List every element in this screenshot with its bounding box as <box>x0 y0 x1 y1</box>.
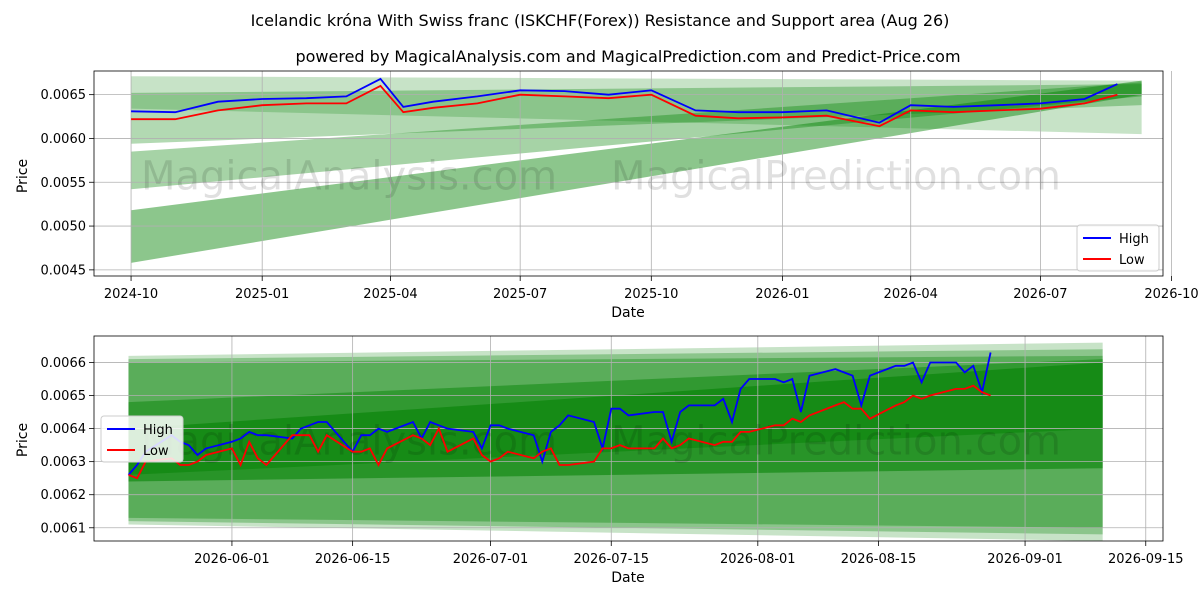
figure: Icelandic króna With Swiss franc (ISKCHF… <box>15 11 1199 586</box>
bottom-legend-label-high: High <box>143 423 173 438</box>
bottom-x-tick-label: 2026-09-01 <box>987 552 1063 567</box>
bottom-y-axis-label: Price <box>15 423 31 457</box>
chart-title: Icelandic króna With Swiss franc (ISKCHF… <box>251 11 950 30</box>
top-x-tick-label: 2026-01 <box>755 287 809 302</box>
bottom-y-tick-label: 0.0064 <box>41 422 87 437</box>
bottom-x-tick-label: 2026-06-01 <box>194 552 270 567</box>
top-x-tick-label: 2024-10 <box>104 287 158 302</box>
bottom-x-tick-label: 2026-06-15 <box>315 552 391 567</box>
chart-subtitle: powered by MagicalAnalysis.com and Magic… <box>295 47 960 66</box>
bottom-x-tick-label: 2026-09-15 <box>1108 552 1184 567</box>
bottom-legend-label-low: Low <box>143 444 169 459</box>
bottom-y-tick-label: 0.0066 <box>41 356 87 371</box>
bottom-y-tick-label: 0.0062 <box>41 488 87 503</box>
bottom-x-tick-label: 2026-08-15 <box>841 552 917 567</box>
bottom-x-tick-label: 2026-07-15 <box>573 552 649 567</box>
bottom-x-tick-label: 2026-08-01 <box>720 552 796 567</box>
top-watermark: MagicalAnalysis.com <box>141 154 557 200</box>
bottom-plot-area: 2026-06-01 2026-06-15 2026-07-01 2026-07-15… <box>41 335 1184 567</box>
top-x-tick-label: 2026-04 <box>884 287 938 302</box>
top-y-tick-label: 0.0055 <box>41 176 87 191</box>
top-y-tick-label: 0.0065 <box>41 88 87 103</box>
bottom-x-axis-label: Date <box>611 570 644 586</box>
top-y-tick-label: 0.0050 <box>41 220 87 235</box>
bottom-y-tick-label: 0.0065 <box>41 389 87 404</box>
bottom-x-tick-label: 2026-07-01 <box>453 552 529 567</box>
top-x-tick-label: 2025-07 <box>493 287 547 302</box>
top-x-tick-label: 2026-10 <box>1144 287 1198 302</box>
top-y-tick-label: 0.0045 <box>41 263 87 278</box>
top-legend-label-high: High <box>1119 232 1149 247</box>
top-y-tick-label: 0.0060 <box>41 132 87 147</box>
top-x-tick-label: 2025-01 <box>235 287 289 302</box>
top-x-axis-label: Date <box>611 305 644 321</box>
top-plot-area: 2024-10 2025-01 2025-04 2025-07 2025-10 2026-… <box>41 70 1199 302</box>
bottom-y-tick-label: 0.0061 <box>41 521 87 536</box>
bottom-watermark: MagicalPrediction.com <box>611 419 1061 465</box>
top-x-tick-label: 2026-07 <box>1013 287 1067 302</box>
bottom-chart: 2026-06-01 2026-06-15 2026-07-01 2026-07-15… <box>15 335 1184 586</box>
top-y-axis-label: Price <box>15 159 31 193</box>
top-watermark: MagicalPrediction.com <box>611 154 1061 200</box>
bottom-y-tick-label: 0.0063 <box>41 455 87 470</box>
bottom-legend: High Low <box>100 415 184 463</box>
top-x-tick-label: 2025-10 <box>624 287 678 302</box>
top-chart: 2024-10 2025-01 2025-04 2025-07 2025-10 2026-… <box>15 70 1199 321</box>
top-x-tick-label: 2025-04 <box>363 287 417 302</box>
top-legend-label-low: Low <box>1119 253 1145 268</box>
top-legend: High Low <box>1076 224 1160 272</box>
